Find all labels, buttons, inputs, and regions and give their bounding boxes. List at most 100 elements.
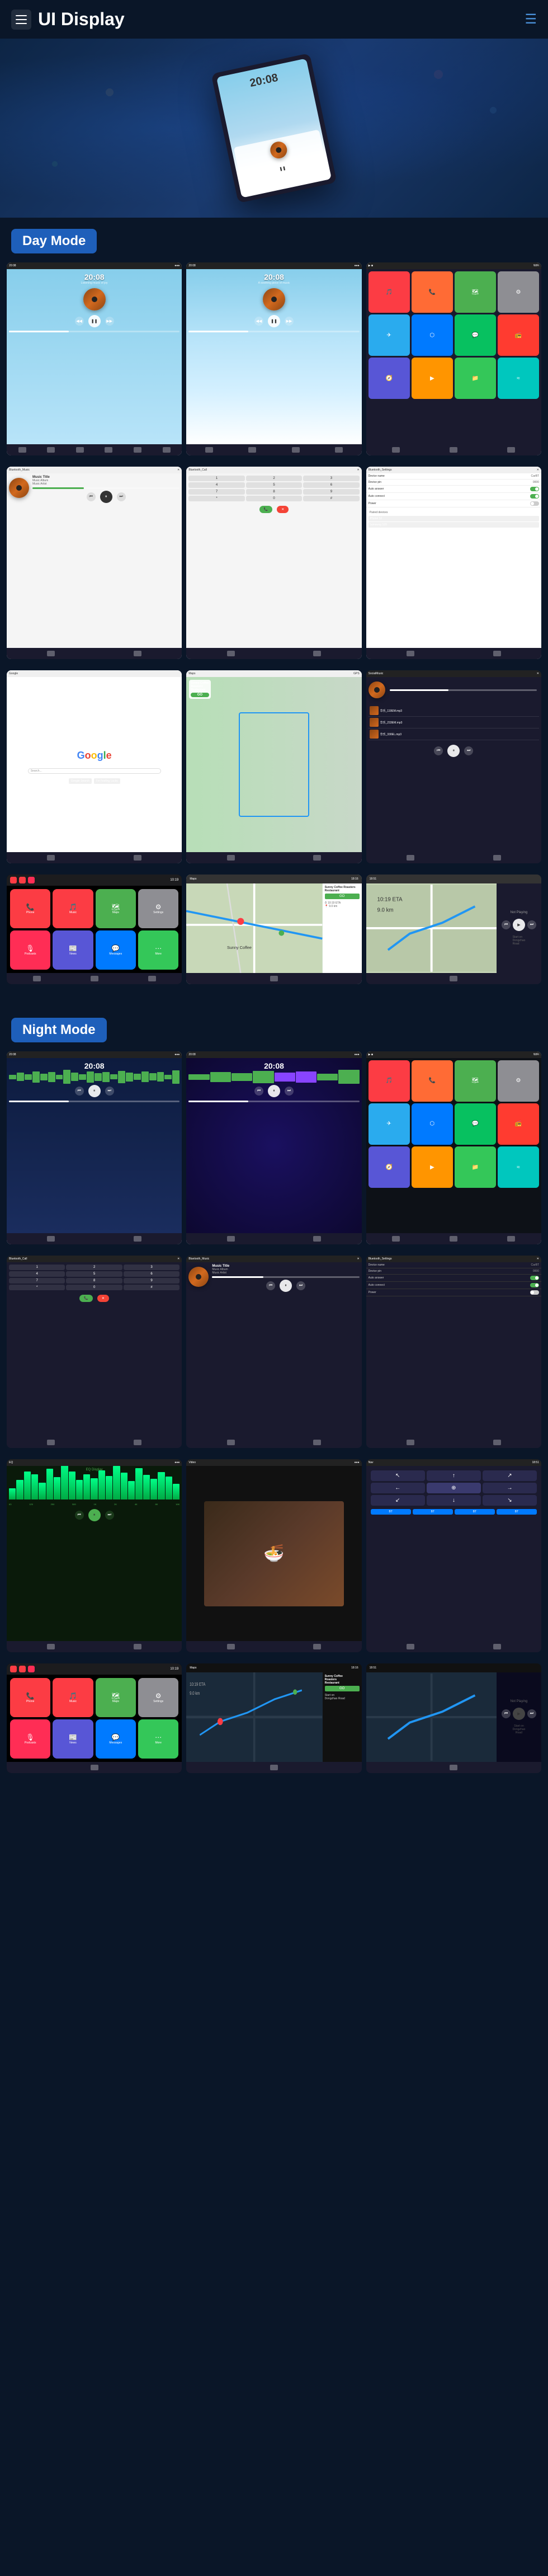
play[interactable]: ⏸: [268, 1085, 280, 1097]
prev-btn[interactable]: ◀◀: [262, 167, 273, 177]
settings-app[interactable]: ⚙ Settings: [138, 1678, 178, 1717]
prev[interactable]: ⏮: [87, 492, 96, 501]
prev[interactable]: ⏮: [75, 1511, 84, 1520]
dial-2[interactable]: 2: [246, 476, 302, 481]
bi-1[interactable]: [47, 1440, 55, 1445]
menu-icon[interactable]: [11, 10, 31, 30]
bi-2[interactable]: [493, 855, 501, 861]
messages-app[interactable]: 💬 Messages: [96, 1719, 136, 1759]
dial-3[interactable]: 3: [124, 1265, 179, 1270]
next[interactable]: ⏭: [527, 1709, 536, 1718]
call-btn[interactable]: 📞: [259, 506, 272, 513]
end-btn[interactable]: ✕: [97, 1295, 109, 1302]
bi-bt[interactable]: [450, 1236, 457, 1242]
dial-2[interactable]: 2: [66, 1265, 122, 1270]
dial-9[interactable]: 9: [303, 489, 359, 495]
bi-2[interactable]: [134, 855, 141, 861]
play[interactable]: ⏸: [447, 745, 460, 757]
bi-2[interactable]: [313, 855, 321, 861]
settings-app[interactable]: ⚙ Settings: [138, 889, 178, 928]
video-app[interactable]: ▶: [412, 358, 453, 399]
go-button[interactable]: GO: [191, 693, 209, 697]
nav-app[interactable]: 🧭: [369, 1146, 410, 1188]
bi-home[interactable]: [392, 447, 400, 453]
nav-icon[interactable]: ☰: [525, 11, 537, 27]
bottom-icon-5[interactable]: [134, 447, 141, 453]
progress[interactable]: [212, 1276, 359, 1278]
bi-2[interactable]: [313, 1440, 321, 1445]
dial-9[interactable]: 9: [124, 1278, 179, 1284]
google-search-btn[interactable]: Google Search: [69, 778, 92, 784]
dial-5[interactable]: 5: [246, 482, 302, 488]
bi-1[interactable]: [47, 1644, 55, 1649]
bi-2[interactable]: [134, 1644, 141, 1649]
dial-8[interactable]: 8: [246, 489, 302, 495]
bi-3[interactable]: [292, 447, 300, 453]
nav-app[interactable]: 🧭: [369, 358, 410, 399]
next[interactable]: ⏭: [117, 492, 126, 501]
maps-app[interactable]: 🗺 Maps: [96, 889, 136, 928]
next[interactable]: ⏭: [527, 920, 536, 929]
bi-2[interactable]: [493, 651, 501, 656]
bi-bt[interactable]: [450, 447, 457, 453]
progress[interactable]: [390, 689, 537, 691]
bi-2[interactable]: [493, 1440, 501, 1445]
settings-app[interactable]: ⚙: [498, 1060, 539, 1102]
maps-app[interactable]: 🗺 Maps: [96, 1678, 136, 1717]
bi-1[interactable]: [47, 855, 55, 861]
music-icon[interactable]: [19, 1666, 26, 1672]
progress[interactable]: [188, 1101, 359, 1102]
bi-1[interactable]: [270, 976, 278, 981]
next[interactable]: ⏭: [464, 746, 473, 755]
next[interactable]: ⏭: [105, 1087, 114, 1096]
dial-hash[interactable]: #: [124, 1285, 179, 1290]
lucky-btn[interactable]: I'm Feeling Lucky: [94, 778, 120, 784]
dial-6[interactable]: 6: [124, 1271, 179, 1277]
video-app[interactable]: ▶: [412, 1146, 453, 1188]
bi-home[interactable]: [392, 1236, 400, 1242]
bi-1[interactable]: [450, 976, 457, 981]
bt-app[interactable]: ⬡: [412, 314, 453, 356]
phone-icon[interactable]: [10, 877, 17, 883]
bottom-icon-3[interactable]: [76, 447, 84, 453]
auto-connect-toggle[interactable]: [530, 494, 539, 499]
next[interactable]: ⏭: [105, 1511, 114, 1520]
bt-btn-3[interactable]: BT: [455, 1509, 495, 1515]
dial-star[interactable]: *: [9, 1285, 65, 1290]
arrow-down[interactable]: ↓: [427, 1495, 481, 1506]
dial-7[interactable]: 7: [9, 1278, 65, 1284]
bi-1[interactable]: [227, 1440, 235, 1445]
podcast-icon[interactable]: [28, 1666, 35, 1672]
folder-app[interactable]: 📁: [455, 1146, 496, 1188]
progress[interactable]: [32, 487, 179, 489]
folder-app[interactable]: 📁: [455, 358, 496, 399]
more-app[interactable]: ⋯ More: [138, 930, 178, 970]
phone-app[interactable]: 📞 Phone: [10, 889, 50, 928]
settings-app[interactable]: ⚙: [498, 271, 539, 313]
arrow-down-right[interactable]: ↘: [483, 1495, 537, 1506]
bt-app[interactable]: ⬡: [412, 1103, 453, 1145]
bottom-icon-1[interactable]: [18, 447, 26, 453]
bi-4[interactable]: [335, 447, 343, 453]
bi-1[interactable]: [227, 1236, 235, 1242]
news-app[interactable]: 📰 News: [53, 1719, 93, 1759]
bi-vol[interactable]: [507, 447, 515, 453]
arrow-up-left[interactable]: ↖: [371, 1470, 425, 1481]
eq-app[interactable]: ≈: [498, 358, 539, 399]
dial-hash[interactable]: #: [303, 496, 359, 501]
song-1[interactable]: 华乐_119EM.mp3: [369, 705, 539, 717]
bt-btn-1[interactable]: BT: [371, 1509, 411, 1515]
next[interactable]: ⏭: [285, 1087, 294, 1096]
music-app[interactable]: 🎵: [369, 271, 410, 313]
bi-vol[interactable]: [507, 1236, 515, 1242]
prev[interactable]: ⏮: [75, 1087, 84, 1096]
play[interactable]: ⏸: [280, 1280, 292, 1292]
bi-1[interactable]: [33, 976, 41, 981]
dial-1[interactable]: 1: [188, 476, 244, 481]
bi-1[interactable]: [407, 651, 414, 656]
news-app[interactable]: 📰 News: [53, 930, 93, 970]
progress[interactable]: [9, 1101, 179, 1102]
power-toggle[interactable]: [530, 1290, 539, 1295]
bi-3[interactable]: [148, 976, 156, 981]
phone-icon[interactable]: [10, 1666, 17, 1672]
